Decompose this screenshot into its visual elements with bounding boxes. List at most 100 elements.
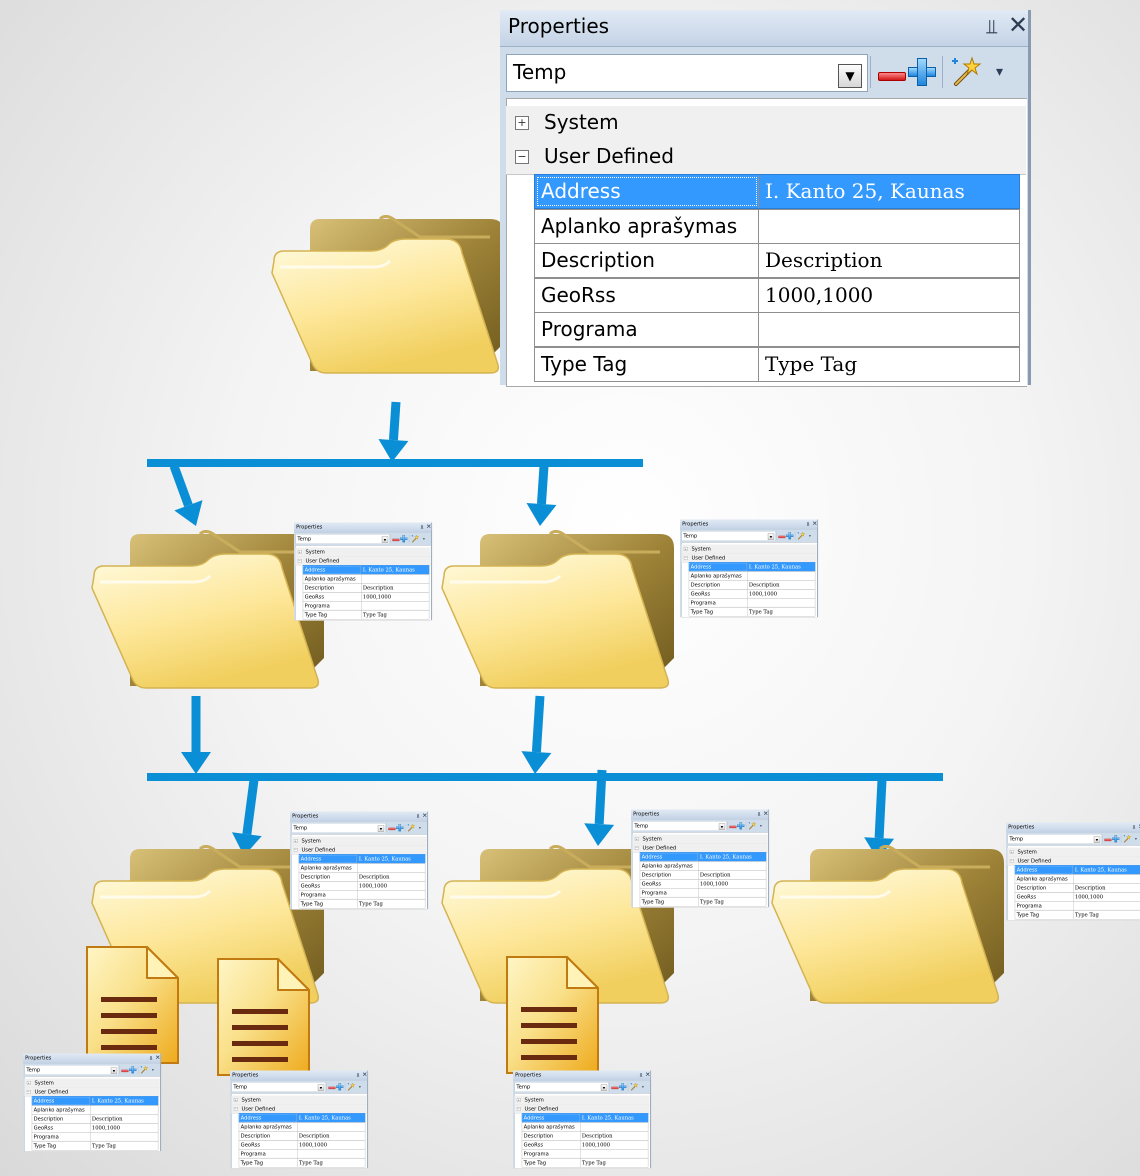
wand-dropdown-icon[interactable]: ▾ [419, 826, 421, 830]
property-value[interactable]: I. Kanto 25, Kaunas [749, 563, 814, 572]
property-value[interactable] [765, 210, 1015, 243]
expand-icon[interactable]: + [517, 1098, 521, 1102]
property-row-type-tag[interactable]: Type Tag Type Tag [303, 610, 429, 619]
property-value[interactable] [363, 575, 428, 584]
chevron-down-icon[interactable]: ▼ [601, 1085, 607, 1091]
property-value[interactable]: Description [363, 583, 428, 592]
property-value[interactable] [700, 862, 765, 871]
property-value[interactable]: Description [299, 1131, 364, 1140]
object-selector[interactable]: Temp [506, 54, 868, 92]
minus-icon[interactable] [388, 828, 395, 830]
expand-icon[interactable]: + [1010, 850, 1014, 854]
property-row-georss[interactable]: GeoRss 1000,1000 [1015, 892, 1140, 901]
property-row-address[interactable]: Address I. Kanto 25, Kaunas [303, 565, 429, 574]
property-value[interactable]: I. Kanto 25, Kaunas [299, 1114, 364, 1123]
property-value[interactable]: Description [359, 872, 424, 881]
property-row-address[interactable]: Address I. Kanto 25, Kaunas [299, 854, 425, 863]
chevron-down-icon[interactable]: ▼ [382, 537, 388, 543]
category-system[interactable]: + System [25, 1079, 160, 1088]
property-row-description[interactable]: Description Description [32, 1114, 158, 1123]
close-icon[interactable]: ✕ [812, 520, 817, 527]
minus-icon[interactable] [729, 826, 736, 828]
property-row-aplanko-aprasymas[interactable]: Aplanko aprašymas [303, 574, 429, 583]
property-value[interactable] [765, 313, 1015, 346]
wand-icon[interactable] [629, 1083, 639, 1091]
property-value[interactable] [700, 888, 765, 897]
object-selector[interactable]: Temp [232, 1082, 326, 1092]
expand-icon[interactable]: + [27, 1081, 31, 1085]
property-value[interactable]: 1000,1000 [299, 1141, 364, 1150]
minus-icon[interactable] [878, 72, 906, 81]
wand-icon[interactable] [139, 1066, 149, 1074]
collapse-icon[interactable]: − [298, 559, 302, 563]
property-row-type-tag[interactable]: Type Tag Type Tag [522, 1158, 648, 1167]
plus-icon[interactable] [737, 822, 744, 829]
property-row-georss[interactable]: GeoRss 1000,1000 [299, 881, 425, 890]
category-user-defined[interactable]: − User Defined [506, 140, 1026, 175]
category-user-defined[interactable]: − User Defined [682, 553, 817, 562]
minus-icon[interactable] [1104, 839, 1111, 841]
property-row-type-tag[interactable]: Type Tag Type Tag [299, 899, 425, 908]
property-row-georss[interactable]: GeoRss 1000,1000 [534, 278, 1020, 313]
property-row-programa[interactable]: Programa [534, 312, 1020, 347]
property-value[interactable]: I. Kanto 25, Kaunas [92, 1097, 157, 1106]
pin-icon[interactable]: ⫫ [149, 1055, 152, 1061]
property-row-programa[interactable]: Programa [522, 1149, 648, 1158]
category-user-defined[interactable]: − User Defined [232, 1104, 367, 1113]
property-value[interactable]: 1000,1000 [359, 882, 424, 891]
plus-icon[interactable] [619, 1083, 626, 1090]
collapse-icon[interactable]: − [27, 1090, 31, 1094]
category-system[interactable]: + System [633, 835, 768, 844]
category-user-defined[interactable]: − User Defined [515, 1104, 650, 1113]
collapse-icon[interactable]: − [684, 556, 688, 560]
wand-icon[interactable] [796, 532, 806, 540]
property-row-aplanko-aprasymas[interactable]: Aplanko aprašymas [32, 1105, 158, 1114]
property-row-description[interactable]: Description Description [640, 870, 766, 879]
property-row-description[interactable]: Description Description [299, 872, 425, 881]
property-row-aplanko-aprasymas[interactable]: Aplanko aprašymas [1015, 874, 1140, 883]
property-value[interactable]: 1000,1000 [582, 1141, 647, 1150]
property-value[interactable]: Type Tag [359, 899, 424, 908]
property-value[interactable]: Type Tag [299, 1158, 364, 1167]
wand-dropdown-icon[interactable]: ▾ [642, 1085, 644, 1089]
close-icon[interactable]: ✕ [362, 1071, 367, 1078]
property-value[interactable] [582, 1149, 647, 1158]
property-row-type-tag[interactable]: Type Tag Type Tag [32, 1141, 158, 1150]
expand-icon[interactable]: + [234, 1098, 238, 1102]
property-value[interactable]: Type Tag [1075, 910, 1140, 919]
property-row-address[interactable]: Address I. Kanto 25, Kaunas [239, 1113, 365, 1122]
expand-icon[interactable]: + [294, 839, 298, 843]
category-system[interactable]: + System [296, 548, 431, 557]
property-row-aplanko-aprasymas[interactable]: Aplanko aprašymas [239, 1122, 365, 1131]
property-value[interactable] [1075, 875, 1140, 884]
property-row-programa[interactable]: Programa [32, 1132, 158, 1141]
property-value[interactable]: I. Kanto 25, Kaunas [765, 175, 1015, 208]
property-value[interactable] [749, 572, 814, 581]
wand-dropdown-icon[interactable]: ▾ [996, 64, 1003, 80]
property-row-address[interactable]: Address I. Kanto 25, Kaunas [1015, 865, 1140, 874]
property-value[interactable]: I. Kanto 25, Kaunas [582, 1114, 647, 1123]
chevron-down-icon[interactable]: ▼ [111, 1068, 117, 1074]
property-row-georss[interactable]: GeoRss 1000,1000 [522, 1140, 648, 1149]
pin-icon[interactable]: ⫫ [420, 524, 423, 530]
property-value[interactable] [92, 1132, 157, 1141]
property-value[interactable] [299, 1149, 364, 1158]
minus-icon[interactable] [328, 1087, 335, 1089]
close-icon[interactable]: ✕ [763, 810, 768, 817]
property-row-type-tag[interactable]: Type Tag Type Tag [689, 607, 815, 616]
property-value[interactable]: I. Kanto 25, Kaunas [363, 566, 428, 575]
wand-icon[interactable] [406, 824, 416, 832]
category-user-defined[interactable]: − User Defined [25, 1087, 160, 1096]
chevron-down-icon[interactable]: ▼ [838, 64, 862, 88]
property-row-programa[interactable]: Programa [303, 601, 429, 610]
property-row-aplanko-aprasymas[interactable]: Aplanko aprašymas [522, 1122, 648, 1131]
category-system[interactable]: + System [515, 1096, 650, 1105]
property-row-aplanko-aprasymas[interactable]: Aplanko aprašymas [689, 571, 815, 580]
property-value[interactable]: 1000,1000 [700, 880, 765, 889]
expand-icon[interactable]: + [298, 550, 302, 554]
plus-icon[interactable] [786, 532, 793, 539]
property-row-description[interactable]: Description Description [239, 1131, 365, 1140]
plus-icon[interactable] [908, 58, 936, 86]
property-value[interactable]: 1000,1000 [363, 593, 428, 602]
close-icon[interactable]: ✕ [426, 523, 431, 530]
